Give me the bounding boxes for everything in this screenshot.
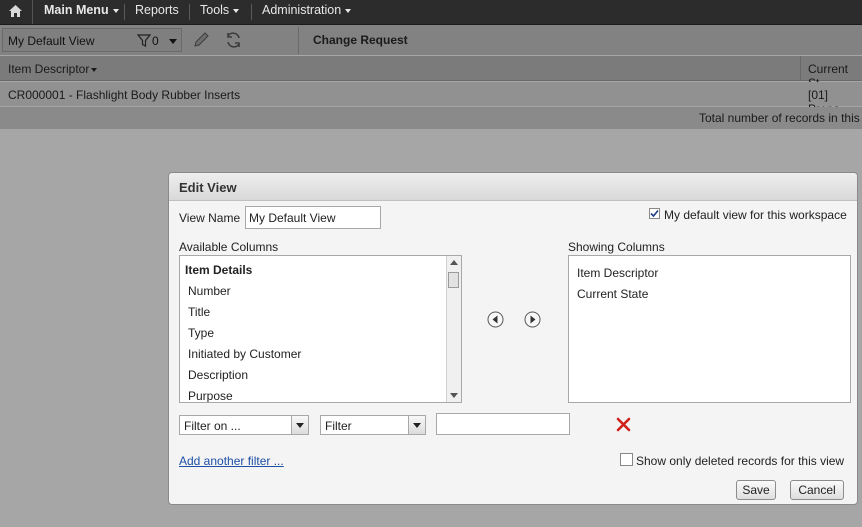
scrollbar[interactable] — [446, 256, 461, 402]
available-columns-list[interactable]: Item Details Number Title Type Initiated… — [179, 255, 462, 403]
list-item[interactable]: Number — [188, 284, 231, 298]
dropdown-button[interactable] — [291, 416, 308, 434]
list-item[interactable]: Initiated by Customer — [188, 347, 301, 361]
move-left-icon[interactable] — [487, 311, 504, 328]
edit-view-icon[interactable] — [192, 31, 210, 49]
toolbar-divider — [298, 27, 299, 54]
showing-columns-list[interactable]: Item Descriptor Current State — [568, 255, 851, 403]
refresh-icon[interactable] — [224, 31, 243, 49]
filter-count: 0 — [152, 34, 159, 48]
default-view-checkbox[interactable] — [649, 208, 660, 219]
view-select-value: My Default View — [8, 34, 95, 48]
add-filter-link[interactable]: Add another filter ... — [179, 454, 284, 468]
home-button[interactable] — [0, 0, 33, 24]
table-row[interactable]: CR000001 - Flashlight Body Rubber Insert… — [0, 82, 862, 116]
table-cell: CR000001 - Flashlight Body Rubber Insert… — [8, 88, 241, 102]
list-item[interactable]: Title — [188, 305, 210, 319]
record-count: Total number of records in this — [699, 111, 860, 125]
filter-on-select[interactable]: Filter on ... — [179, 415, 309, 435]
list-item[interactable]: Type — [188, 326, 214, 340]
default-view-label: My default view for this workspace — [664, 208, 847, 222]
home-icon — [9, 5, 22, 17]
deleted-records-checkbox[interactable] — [620, 453, 633, 466]
chevron-down-icon — [345, 8, 352, 13]
administration-menu[interactable]: Administration — [262, 0, 352, 24]
list-item[interactable]: Purpose — [188, 389, 233, 402]
administration-label: Administration — [262, 3, 342, 17]
deleted-records-label: Show only deleted records for this view — [636, 454, 845, 468]
reports-menu[interactable]: Reports — [135, 0, 179, 24]
chevron-down-icon — [169, 34, 177, 48]
tools-menu[interactable]: Tools — [200, 0, 240, 24]
dialog-title: Edit View — [179, 180, 237, 195]
list-item[interactable]: Current State — [577, 287, 648, 301]
view-name-input[interactable] — [245, 206, 381, 229]
move-right-icon[interactable] — [524, 311, 541, 328]
available-columns-label: Available Columns — [179, 240, 279, 254]
column-header-label: Item Descriptor — [8, 62, 90, 76]
top-nav-bar: Main Menu Reports Tools Administration — [0, 0, 862, 25]
nav-divider — [251, 4, 252, 20]
scroll-up-icon[interactable] — [450, 260, 458, 265]
nav-divider — [189, 4, 190, 20]
grid-footer: Total number of records in this — [0, 107, 862, 129]
tools-label: Tools — [200, 3, 230, 17]
list-item[interactable]: Item Descriptor — [577, 266, 658, 280]
remove-filter-icon[interactable] — [616, 417, 631, 432]
checkmark-icon — [650, 209, 659, 218]
column-divider — [800, 56, 801, 80]
dropdown-button[interactable] — [408, 416, 425, 434]
chevron-down-icon — [413, 423, 421, 428]
chevron-down-icon — [233, 8, 240, 13]
filter-value: Filter — [325, 419, 352, 433]
cancel-button[interactable]: Cancel — [790, 480, 844, 500]
save-button[interactable]: Save — [736, 480, 776, 500]
view-select[interactable]: My Default View 0 — [2, 28, 182, 52]
list-item[interactable]: Description — [188, 368, 248, 382]
grid-header: Item Descriptor Current St — [0, 56, 862, 90]
view-name-label: View Name — [179, 211, 241, 225]
filter-value-input[interactable] — [436, 413, 570, 435]
scroll-down-icon[interactable] — [450, 393, 458, 398]
showing-columns-label: Showing Columns — [568, 240, 665, 254]
filter-select[interactable]: Filter — [320, 415, 426, 435]
main-menu[interactable]: Main Menu — [44, 0, 119, 24]
main-menu-label: Main Menu — [44, 3, 109, 17]
filter-on-value: Filter on ... — [184, 419, 241, 433]
workspace-title: Change Request — [313, 33, 408, 47]
scrollbar-thumb[interactable] — [448, 272, 459, 288]
edit-view-dialog: Edit View View Name My default view for … — [168, 172, 858, 505]
chevron-down-icon — [112, 8, 119, 13]
column-header-item-descriptor[interactable]: Item Descriptor — [8, 62, 98, 76]
list-group-header: Item Details — [185, 263, 253, 277]
sort-arrow-icon — [91, 67, 98, 72]
nav-divider — [124, 4, 125, 20]
chevron-down-icon — [296, 423, 304, 428]
dialog-header: Edit View — [169, 173, 857, 201]
filter-icon — [137, 34, 151, 47]
